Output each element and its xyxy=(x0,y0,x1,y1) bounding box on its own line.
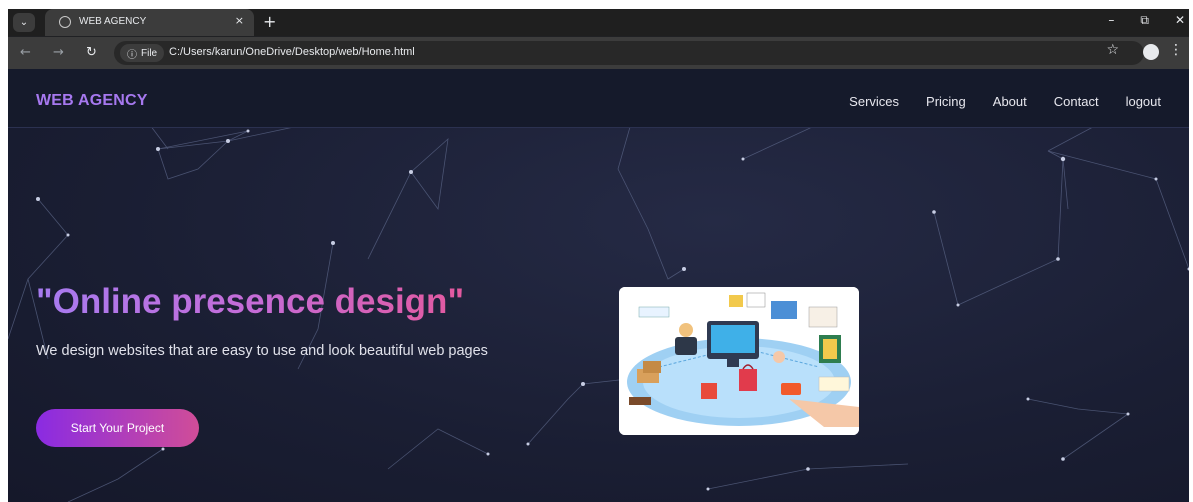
web-page: WEB AGENCY Services Pricing About Contac… xyxy=(8,69,1189,502)
nav-link-contact[interactable]: Contact xyxy=(1054,94,1099,109)
site-navbar: WEB AGENCY Services Pricing About Contac… xyxy=(8,69,1189,128)
nav-link-about[interactable]: About xyxy=(993,94,1027,109)
address-bar[interactable]: ⓘ File C:/Users/karun/OneDrive/Desktop/w… xyxy=(114,41,1144,65)
tab-title: WEB AGENCY xyxy=(79,16,147,27)
toolbar: ← → ↻ ⓘ File C:/Users/karun/OneDrive/Des… xyxy=(8,37,1189,69)
info-icon: ⓘ xyxy=(127,49,137,61)
star-icon[interactable]: ☆ xyxy=(1106,42,1119,58)
hero-illustration xyxy=(619,287,859,435)
start-project-button[interactable]: Start Your Project xyxy=(36,409,199,447)
browser-chrome: ⌄ WEB AGENCY × + – ⧉ ✕ ← → ↻ ⓘ File C:/U… xyxy=(8,9,1189,69)
profile-icon[interactable] xyxy=(1143,44,1159,60)
forward-icon[interactable]: → xyxy=(53,45,64,60)
plus-icon[interactable]: + xyxy=(263,12,276,31)
url-text[interactable]: C:/Users/karun/OneDrive/Desktop/web/Home… xyxy=(169,46,415,58)
window-controls: – ⧉ ✕ xyxy=(1108,13,1185,28)
site-info-label: File xyxy=(141,47,158,59)
minimize-icon[interactable]: – xyxy=(1108,13,1114,28)
hero-title: "Online presence design" xyxy=(36,282,465,321)
nav-link-pricing[interactable]: Pricing xyxy=(926,94,966,109)
close-icon[interactable]: × xyxy=(235,14,244,27)
site-info-chip[interactable]: ⓘ File xyxy=(120,44,165,62)
nav-links: Services Pricing About Contact logout xyxy=(849,94,1161,109)
brand-logo[interactable]: WEB AGENCY xyxy=(36,92,148,110)
nav-link-logout[interactable]: logout xyxy=(1126,94,1161,109)
back-icon[interactable]: ← xyxy=(20,45,31,60)
reload-icon[interactable]: ↻ xyxy=(86,45,97,60)
nav-link-services[interactable]: Services xyxy=(849,94,899,109)
tab-bar: ⌄ WEB AGENCY × + – ⧉ ✕ xyxy=(8,9,1189,36)
menu-icon[interactable]: ⋮ xyxy=(1169,42,1183,58)
hero-subtitle: We design websites that are easy to use … xyxy=(36,343,488,359)
restore-icon[interactable]: ⧉ xyxy=(1140,13,1149,28)
globe-icon xyxy=(59,16,71,28)
screenshot-frame: ⌄ WEB AGENCY × + – ⧉ ✕ ← → ↻ ⓘ File C:/U… xyxy=(0,0,1193,502)
tab-search-icon[interactable]: ⌄ xyxy=(13,13,35,32)
window-close-icon[interactable]: ✕ xyxy=(1175,13,1185,28)
tab-web-agency[interactable]: WEB AGENCY × xyxy=(45,9,254,36)
